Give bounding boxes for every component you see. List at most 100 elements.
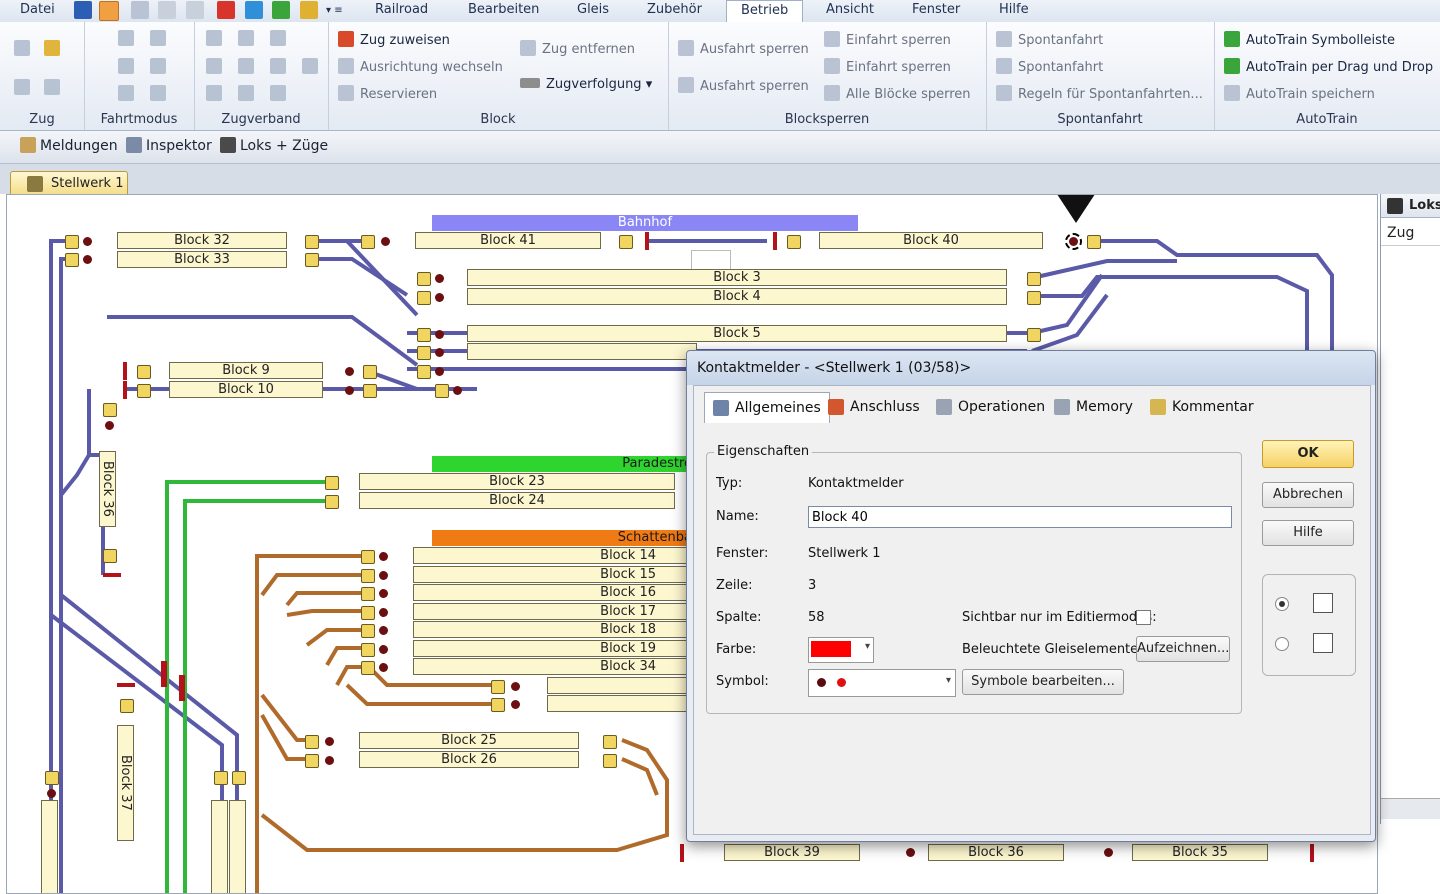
block-6-partial[interactable]	[467, 343, 697, 360]
block-32[interactable]: Block 32	[117, 232, 287, 249]
inspektor-button[interactable]: Inspektor	[126, 137, 212, 154]
hilfe-button[interactable]: Hilfe	[1262, 520, 1354, 546]
signal[interactable]	[305, 754, 319, 768]
menu-gleis[interactable]: Gleis	[577, 2, 609, 17]
block-vertical-left[interactable]	[41, 800, 58, 893]
radio-window-view[interactable]	[1275, 637, 1289, 651]
tab-operationen[interactable]: Operationen	[928, 392, 1053, 422]
menu-ansicht[interactable]: Ansicht	[826, 2, 874, 17]
einfahrt-sperren-button-2[interactable]: Einfahrt sperren	[824, 58, 951, 75]
ausrichtung-wechseln-button[interactable]: Ausrichtung wechseln	[338, 58, 503, 75]
block-24[interactable]: Block 24	[359, 492, 675, 509]
symbol-select[interactable]: ▾	[808, 669, 956, 697]
signal[interactable]	[305, 235, 319, 249]
zug-zuweisen-button[interactable]: Zug zuweisen	[338, 31, 450, 48]
contact-dot[interactable]	[511, 700, 520, 709]
signal[interactable]	[1027, 328, 1041, 342]
menu-datei[interactable]: Datei	[20, 2, 55, 17]
block-10[interactable]: Block 10	[169, 381, 323, 398]
zv6-icon[interactable]	[270, 58, 286, 74]
contact-dot[interactable]	[379, 645, 388, 654]
signal[interactable]	[603, 735, 617, 749]
zv5-icon[interactable]	[238, 58, 254, 74]
menu-zubehoer[interactable]: Zubehör	[647, 2, 702, 17]
aufzeichnen-button[interactable]: Aufzeichnen...	[1136, 636, 1230, 662]
block-34[interactable]: Block 34	[413, 658, 693, 675]
signal[interactable]	[491, 698, 505, 712]
signal[interactable]	[361, 661, 375, 675]
zv10-icon[interactable]	[270, 85, 286, 101]
key-icon[interactable]	[44, 40, 60, 56]
autotrain-speichern-button[interactable]: AutoTrain speichern	[1224, 85, 1375, 102]
signal[interactable]	[361, 587, 375, 601]
autotrain-symbolleiste-button[interactable]: AutoTrain Symbolleiste	[1224, 31, 1395, 48]
zv9-icon[interactable]	[238, 85, 254, 101]
block-35[interactable]: Block 35	[1132, 844, 1268, 861]
name-input[interactable]	[808, 506, 1232, 528]
dropdown-icon[interactable]: ▾ ≡	[326, 5, 343, 16]
contact-dot[interactable]	[379, 608, 388, 617]
signal[interactable]	[1087, 235, 1101, 249]
tab-allgemeines[interactable]: Allgemeines	[704, 392, 830, 423]
signal[interactable]	[603, 754, 617, 768]
signal[interactable]	[435, 384, 449, 398]
signal[interactable]	[417, 272, 431, 286]
zv4-icon[interactable]	[206, 58, 222, 74]
loks-zuege-button[interactable]: Loks + Züge	[220, 137, 328, 154]
menu-bearbeiten[interactable]: Bearbeiten	[468, 2, 539, 17]
print-icon[interactable]	[131, 1, 149, 19]
contact-dot[interactable]	[379, 552, 388, 561]
pen-icon[interactable]	[44, 79, 60, 95]
mode3-icon[interactable]	[118, 58, 134, 74]
block-5[interactable]: Block 5	[467, 325, 1007, 342]
block-18[interactable]: Block 18	[413, 621, 693, 638]
loks-column-zug[interactable]: Zug	[1381, 220, 1440, 246]
abbrechen-button[interactable]: Abbrechen	[1262, 482, 1354, 508]
sichtbar-checkbox[interactable]	[1136, 610, 1151, 625]
signal[interactable]	[361, 569, 375, 583]
signal[interactable]	[361, 550, 375, 564]
signal[interactable]	[305, 253, 319, 267]
menu-betrieb[interactable]: Betrieb	[726, 0, 804, 23]
farbe-picker[interactable]: ▾	[808, 637, 874, 663]
signal[interactable]	[787, 235, 801, 249]
signal[interactable]	[417, 365, 431, 379]
contact-dot[interactable]	[435, 274, 444, 283]
block-vertical-mid-1[interactable]	[211, 800, 228, 893]
meldungen-button[interactable]: Meldungen	[20, 137, 118, 154]
block-19[interactable]: Block 19	[413, 640, 693, 657]
signal[interactable]	[232, 771, 246, 785]
contact-dot[interactable]	[83, 237, 92, 246]
contact-dot[interactable]	[325, 737, 334, 746]
train-icon[interactable]	[14, 40, 30, 56]
menu-railroad[interactable]: Railroad	[375, 2, 428, 17]
block-36[interactable]: Block 36	[928, 844, 1064, 861]
contact-dot[interactable]	[379, 626, 388, 635]
signal[interactable]	[65, 253, 79, 267]
signal[interactable]	[361, 624, 375, 638]
block-25[interactable]: Block 25	[359, 732, 579, 749]
symbole-bearbeiten-button[interactable]: Symbole bearbeiten...	[962, 669, 1124, 695]
contact-dot[interactable]	[435, 348, 444, 357]
contact-dot[interactable]	[105, 421, 114, 430]
contact-dot[interactable]	[379, 663, 388, 672]
signal[interactable]	[103, 549, 117, 563]
signal[interactable]	[137, 365, 151, 379]
tab-stellwerk-1[interactable]: Stellwerk 1	[10, 171, 128, 195]
signal[interactable]	[361, 606, 375, 620]
contact-dot[interactable]	[435, 293, 444, 302]
block-40[interactable]: Block 40	[819, 232, 1043, 249]
block-unnamed-1[interactable]	[547, 677, 693, 694]
autotrain-drag-drop-button[interactable]: AutoTrain per Drag und Drop	[1224, 58, 1433, 75]
menu-fenster[interactable]: Fenster	[912, 2, 960, 17]
zugverfolgung-button[interactable]: Zugverfolgung ▾	[520, 77, 652, 92]
stop-icon[interactable]	[217, 1, 235, 19]
zug-entfernen-button[interactable]: Zug entfernen	[520, 40, 635, 57]
block-37-vertical[interactable]: Block 37	[117, 725, 134, 841]
menu-hilfe[interactable]: Hilfe	[999, 2, 1029, 17]
contact-dot[interactable]	[435, 367, 444, 376]
reservieren-button[interactable]: Reservieren	[338, 85, 437, 102]
signal[interactable]	[1027, 291, 1041, 305]
signal[interactable]	[103, 403, 117, 417]
zv1-icon[interactable]	[206, 30, 222, 46]
